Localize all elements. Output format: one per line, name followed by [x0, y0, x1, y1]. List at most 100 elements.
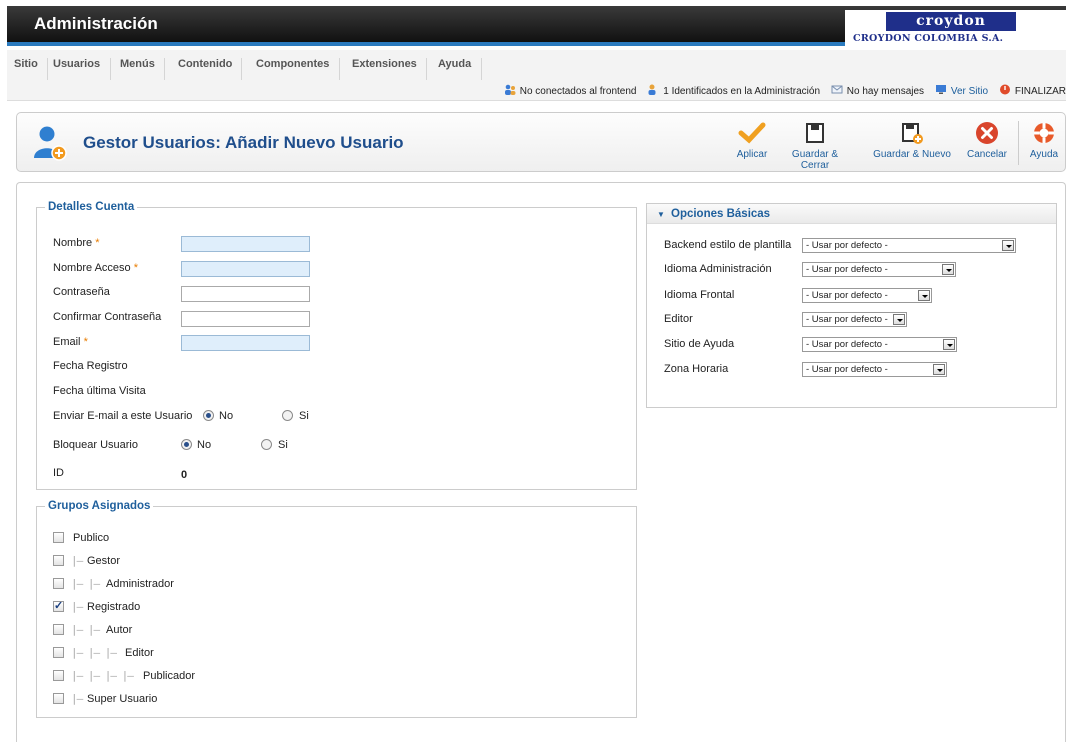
account-details-panel: Detalles Cuenta Nombre * Nombre Acceso *… [36, 201, 637, 490]
tree-connector: |— |— |— |— [71, 669, 134, 682]
menu-menus[interactable]: Menús [120, 58, 165, 80]
users-icon [504, 84, 516, 95]
messages-status[interactable]: No hay mensajes [831, 84, 924, 97]
admin-header: Administración croydon CROYDON COLOMBIA … [7, 6, 1066, 46]
admin-language-select[interactable]: - Usar por defecto - [802, 262, 956, 277]
logout-text: FINALIZAR [1014, 86, 1066, 97]
timezone-select[interactable]: - Usar por defecto - [802, 362, 947, 377]
menu-componentes[interactable]: Componentes [256, 58, 341, 80]
last-visit-label: Fecha última Visita [53, 385, 146, 397]
id-value: 0 [181, 469, 188, 481]
editor-label: Editor [664, 313, 693, 325]
backend-template-label: Backend estilo de plantilla [664, 239, 792, 251]
assigned-groups-legend: Grupos Asignados [48, 500, 151, 512]
group-label: Super Usuario [87, 693, 158, 705]
confirm-password-label: Confirmar Contraseña [53, 311, 162, 323]
help-site-select[interactable]: - Usar por defecto - [802, 337, 957, 352]
block-no-label: No [197, 439, 212, 451]
username-input[interactable] [181, 261, 310, 277]
frontend-status: No conectados al frontend [504, 84, 637, 97]
timezone-label: Zona Horaria [664, 363, 729, 375]
group-label: Publico [73, 532, 110, 544]
group-label: Gestor [87, 555, 121, 567]
group-checkbox[interactable] [53, 624, 64, 635]
frontend-language-label: Idioma Frontal [664, 289, 735, 301]
backend-template-select[interactable]: - Usar por defecto - [802, 238, 1016, 253]
envelope-icon [831, 85, 843, 94]
collapse-arrow-icon: ▼ [657, 210, 665, 219]
cancel-button[interactable]: Cancelar [963, 119, 1011, 167]
send-email-yes-radio[interactable] [282, 410, 293, 421]
menu-extensiones[interactable]: Extensiones [352, 58, 427, 80]
logo-brand: croydon [886, 12, 1016, 31]
block-no-radio[interactable] [181, 439, 192, 450]
basic-options-header[interactable]: ▼ Opciones Básicas [647, 204, 1056, 224]
status-bar: No conectados al frontend 1 Identificado… [496, 84, 1066, 97]
admin-title: Administración [34, 14, 158, 33]
apply-label: Aplicar [736, 149, 768, 160]
logo-subtitle: CROYDON COLOMBIA S.A. [853, 33, 1004, 44]
tree-connector: |— [71, 600, 83, 613]
save-new-button[interactable]: Guardar & Nuevo [870, 119, 954, 167]
menu-sitio[interactable]: Sitio [14, 58, 48, 80]
tree-connector: |— |— [71, 623, 100, 636]
editor-select[interactable]: - Usar por defecto - [802, 312, 907, 327]
email-label: Email * [53, 336, 88, 348]
view-site-text[interactable]: Ver Sitio [951, 86, 988, 97]
dropdown-arrow-icon [893, 314, 905, 325]
help-button[interactable]: Ayuda [1025, 119, 1063, 167]
add-user-icon [34, 126, 67, 161]
page-title: Gestor Usuarios: Añadir Nuevo Usuario [83, 133, 404, 152]
group-label: Registrado [87, 601, 141, 613]
dropdown-arrow-icon [1002, 240, 1014, 251]
admin-language-value: - Usar por defecto - [806, 264, 888, 275]
group-checkbox[interactable] [53, 599, 64, 612]
group-checkbox[interactable] [53, 647, 64, 658]
save-close-label: Guardar & Cerrar [791, 149, 839, 171]
block-user-label: Bloquear Usuario [53, 439, 138, 451]
tree-connector: |— [71, 554, 83, 567]
dropdown-arrow-icon [933, 364, 945, 375]
password-input[interactable] [181, 286, 310, 302]
company-logo: croydon CROYDON COLOMBIA S.A. [845, 10, 1066, 46]
checkmark-icon [738, 122, 766, 144]
block-yes-radio[interactable] [261, 439, 272, 450]
logout-link[interactable]: FINALIZAR [999, 84, 1066, 97]
dropdown-arrow-icon [943, 339, 955, 350]
group-checkbox[interactable] [53, 670, 64, 681]
toolbar-divider [1018, 121, 1019, 165]
group-checkbox[interactable] [53, 578, 64, 589]
name-input[interactable] [181, 236, 310, 252]
email-input[interactable] [181, 335, 310, 351]
group-checkbox[interactable] [53, 693, 64, 704]
group-checkbox[interactable] [53, 532, 64, 543]
dropdown-arrow-icon [918, 290, 930, 301]
close-icon [976, 122, 998, 144]
confirm-password-input[interactable] [181, 311, 310, 327]
editor-value: - Usar por defecto - [806, 314, 888, 325]
group-checkbox[interactable] [53, 555, 64, 566]
save-close-button[interactable]: Guardar & Cerrar [780, 119, 850, 171]
assigned-groups-panel: Grupos Asignados Publico |— Gestor |— |— Adm… [36, 500, 637, 718]
menu-usuarios[interactable]: Usuarios [53, 58, 112, 80]
help-site-value: - Usar por defecto - [806, 339, 888, 350]
name-label: Nombre * [53, 237, 100, 249]
frontend-status-text: No conectados al frontend [519, 86, 637, 97]
power-icon [999, 84, 1010, 95]
apply-button[interactable]: Aplicar [732, 119, 772, 167]
frontend-language-select[interactable]: - Usar por defecto - [802, 288, 932, 303]
block-yes-label: Si [278, 439, 288, 451]
send-email-yes-label: Si [299, 410, 309, 422]
view-site-link[interactable]: Ver Sitio [935, 84, 988, 97]
group-label: Administrador [106, 578, 174, 590]
menu-contenido[interactable]: Contenido [178, 58, 243, 80]
account-details-legend: Detalles Cuenta [48, 201, 135, 213]
send-email-no-radio[interactable] [203, 410, 214, 421]
menu-ayuda[interactable]: Ayuda [438, 58, 483, 80]
admin-language-label: Idioma Administración [664, 263, 772, 275]
cancel-label: Cancelar [966, 149, 1008, 160]
backend-template-value: - Usar por defecto - [806, 240, 888, 251]
dropdown-arrow-icon [942, 264, 954, 275]
tree-connector: |— |— |— [71, 646, 117, 659]
basic-options-title: Opciones Básicas [671, 208, 771, 220]
